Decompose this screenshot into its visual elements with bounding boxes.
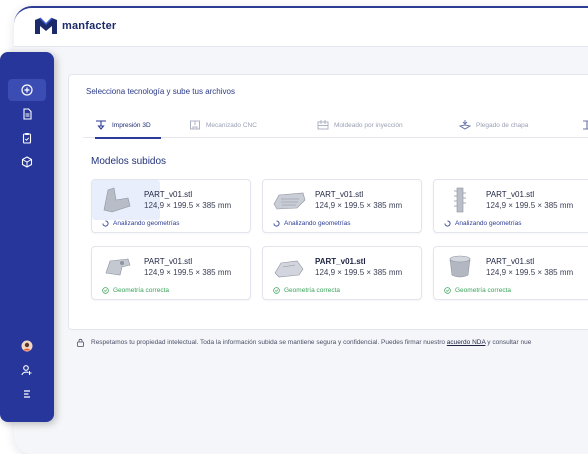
brand-name: manfacter <box>62 20 117 32</box>
file-status-label: Geometría correcta <box>455 287 511 294</box>
part-cover-icon <box>274 260 304 278</box>
menu-icon <box>24 390 30 398</box>
clipboard-icon <box>22 133 32 144</box>
file-card[interactable]: PART_v01.stl 124,9 × 199.5 × 385 mm Anal… <box>91 179 251 233</box>
file-dimensions: 124,9 × 199.5 × 385 mm <box>144 201 232 210</box>
file-thumbnail <box>92 180 160 220</box>
logo-mark-icon <box>35 17 57 34</box>
file-card[interactable]: PART_v01.stl 124,9 × 199.5 × 385 mm Anal… <box>262 179 422 233</box>
sidebar-item-profile[interactable] <box>8 335 46 357</box>
file-status-label: Geometría correcta <box>113 287 169 294</box>
file-dimensions: 124,9 × 199.5 × 385 mm <box>315 268 403 277</box>
check-circle-icon <box>273 287 280 294</box>
uploaded-models-title: Modelos subidos <box>91 156 167 167</box>
add-circle-icon <box>21 84 33 96</box>
tab-label: Plegado de chapa <box>476 121 529 129</box>
privacy-text: Respetamos tu propiedad intelectual. Tod… <box>91 339 445 346</box>
tab-mecanizado-cnc[interactable]: Mecanizado CNC <box>189 113 257 137</box>
tab-label: Impresión 3D <box>112 121 151 129</box>
part-bracket-icon <box>103 187 131 213</box>
file-dimensions: 124,9 × 199.5 × 385 mm <box>486 268 574 277</box>
upload-panel: Selecciona tecnología y sube tus archivo… <box>68 74 588 330</box>
sidebar-item-orders[interactable] <box>8 127 46 149</box>
file-status: Geometría correcta <box>273 287 340 294</box>
file-name: PART_v01.stl <box>486 190 535 199</box>
file-dimensions: 124,9 × 199.5 × 385 mm <box>144 268 232 277</box>
check-circle-icon <box>102 287 109 294</box>
check-circle-icon <box>444 287 451 294</box>
tab-label: Moldeado por inyección <box>334 121 403 129</box>
file-status: Analizando geometrías <box>102 220 180 227</box>
spinner-icon <box>102 220 109 227</box>
spinner-icon <box>444 220 451 227</box>
sidebar-item-account[interactable] <box>8 359 46 381</box>
file-name: PART_v01.stl <box>315 190 364 199</box>
file-card[interactable]: PART_v01.stl 124,9 × 199.5 × 385 mm Geom… <box>262 246 422 300</box>
file-status: Analizando geometrías <box>273 220 351 227</box>
tab-more[interactable] <box>581 113 588 137</box>
nda-link[interactable]: acuerdo NDA <box>447 339 486 346</box>
sidebar-item-documents[interactable] <box>8 103 46 125</box>
tool-icon <box>583 120 588 130</box>
brand-logo[interactable]: manfacter <box>34 17 116 35</box>
sidebar-item-menu[interactable] <box>8 383 46 405</box>
upload-title: Selecciona tecnología y sube tus archivo… <box>86 87 235 96</box>
lock-icon <box>77 338 84 347</box>
avatar <box>21 340 33 352</box>
technology-tabs: Impresión 3D Mecanizado CNC Moldeado por… <box>83 113 588 139</box>
file-status: Geometría correcta <box>102 287 169 294</box>
spinner-icon <box>273 220 280 227</box>
part-rail-icon <box>454 187 466 213</box>
file-card[interactable]: PART_v01.stl 124,9 × 199.5 × 385 mm Geom… <box>433 246 588 300</box>
file-name: PART_v01.stl <box>144 190 193 199</box>
file-status-label: Analizando geometrías <box>455 220 522 227</box>
sidebar <box>0 52 54 422</box>
cnc-machine-icon <box>190 120 200 130</box>
file-name: PART_v01.stl <box>144 257 193 266</box>
tab-impresion-3d[interactable]: Impresión 3D <box>95 113 161 139</box>
file-status-label: Geometría correcta <box>284 287 340 294</box>
file-status: Geometría correcta <box>444 287 511 294</box>
file-dimensions: 124,9 × 199.5 × 385 mm <box>315 201 403 210</box>
file-status-label: Analizando geometrías <box>284 220 351 227</box>
file-card[interactable]: PART_v01.stl 124,9 × 199.5 × 385 mm Anal… <box>433 179 588 233</box>
privacy-notice: Respetamos tu propiedad intelectual. Tod… <box>76 338 531 347</box>
file-card[interactable]: PART_v01.stl 124,9 × 199.5 × 385 mm Geom… <box>91 246 251 300</box>
privacy-text-after: y consultar nue <box>487 339 532 346</box>
3d-printer-icon <box>96 120 106 130</box>
sheet-bending-icon <box>459 120 471 130</box>
file-status-label: Analizando geometrías <box>113 220 180 227</box>
sidebar-item-parts[interactable] <box>8 151 46 173</box>
file-dimensions: 124,9 × 199.5 × 385 mm <box>486 201 574 210</box>
injection-mold-icon <box>317 120 329 130</box>
part-housing-icon <box>105 258 131 276</box>
file-status: Analizando geometrías <box>444 220 522 227</box>
document-icon <box>23 108 32 120</box>
part-cup-icon <box>449 255 471 278</box>
file-name: PART_v01.stl <box>486 257 535 266</box>
tab-moldeado-inyeccion[interactable]: Moldeado por inyección <box>317 113 403 137</box>
tab-label: Mecanizado CNC <box>206 121 257 129</box>
user-key-icon <box>21 365 32 376</box>
sidebar-item-new[interactable] <box>8 79 46 101</box>
tab-plegado-chapa[interactable]: Plegado de chapa <box>459 113 528 137</box>
top-bar: manfacter <box>14 8 588 47</box>
cube-icon <box>21 156 33 168</box>
file-name: PART_v01.stl <box>315 257 366 266</box>
part-grille-icon <box>273 192 306 210</box>
